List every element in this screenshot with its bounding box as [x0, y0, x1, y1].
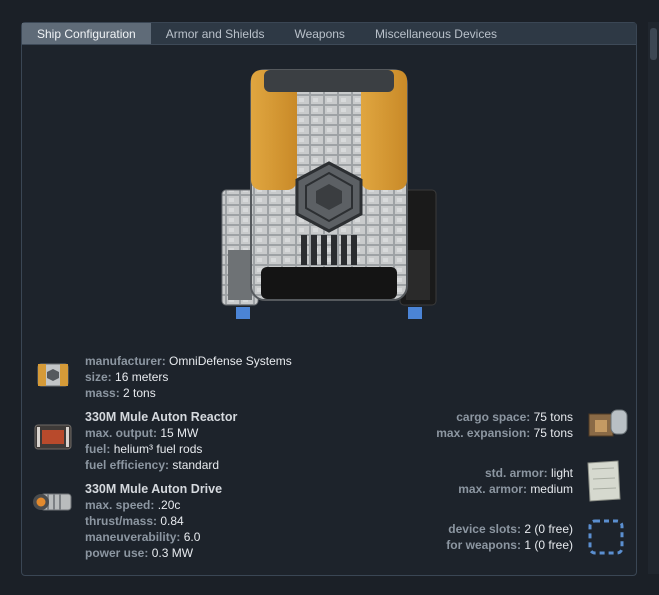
- drive-icon: [33, 493, 72, 511]
- max-output-value: 15 MW: [160, 426, 199, 440]
- max-expansion-label: max. expansion:: [436, 426, 531, 440]
- weapon-slots-value: 1 (0 free): [524, 538, 573, 552]
- general-stats: manufacturer: OmniDefense Systems size: …: [85, 353, 292, 401]
- fuel-label: fuel:: [85, 442, 111, 456]
- fuel-value: helium³ fuel rods: [113, 442, 203, 456]
- fuel-efficiency-value: standard: [172, 458, 220, 472]
- tab-miscellaneous-devices[interactable]: Miscellaneous Devices: [360, 23, 512, 44]
- fuel-efficiency-label: fuel efficiency:: [85, 458, 170, 472]
- max-armor-label: max. armor:: [458, 482, 527, 496]
- size-value: 16 meters: [115, 370, 169, 384]
- weapon-slots-label: for weapons:: [446, 538, 521, 552]
- tab-ship-configuration[interactable]: Ship Configuration: [22, 23, 151, 44]
- thrust-mass-label: thrust/mass:: [85, 514, 158, 528]
- cargo-space-value: 75 tons: [533, 410, 573, 424]
- drive-stats: 330M Mule Auton Drive max. speed: .20c t…: [85, 481, 222, 561]
- tab-armor-and-shields[interactable]: Armor and Shields: [151, 23, 280, 44]
- scrollbar-thumb[interactable]: [650, 28, 657, 60]
- device-slots-label: device slots:: [448, 522, 521, 536]
- mass-label: mass:: [85, 386, 120, 400]
- std-armor-value: light: [550, 466, 573, 480]
- device-slot-stats: device slots: 2 (0 free) for weapons: 1 …: [446, 521, 573, 553]
- cargo-stats: cargo space: 75 tons max. expansion: 75 …: [436, 409, 573, 441]
- maneuverability-label: maneuverability:: [85, 530, 181, 544]
- tab-weapons[interactable]: Weapons: [279, 23, 359, 44]
- tab-bar: Ship Configuration Armor and Shields Wea…: [22, 23, 636, 45]
- manufacturer-value: OmniDefense Systems: [169, 354, 292, 368]
- max-expansion-value: 75 tons: [533, 426, 573, 440]
- max-speed-value: .20c: [157, 498, 181, 512]
- thrust-mass-value: 0.84: [160, 514, 184, 528]
- ship-image: [221, 69, 437, 319]
- hull-icon: [37, 363, 69, 387]
- maneuverability-value: 6.0: [183, 530, 201, 544]
- device-slot-icon: [588, 519, 624, 555]
- max-armor-value: medium: [530, 482, 573, 496]
- device-slots-value: 2 (0 free): [524, 522, 573, 536]
- vertical-scrollbar[interactable]: [648, 22, 659, 574]
- reactor-icon: [34, 424, 72, 450]
- reactor-stats: 330M Mule Auton Reactor max. output: 15 …: [85, 409, 237, 473]
- manufacturer-label: manufacturer:: [85, 354, 166, 368]
- armor-stats: std. armor: light max. armor: medium: [458, 465, 573, 497]
- max-speed-label: max. speed:: [85, 498, 155, 512]
- mass-value: 2 tons: [123, 386, 156, 400]
- std-armor-label: std. armor:: [484, 466, 548, 480]
- size-label: size:: [85, 370, 112, 384]
- armor-icon: [587, 460, 621, 502]
- power-use-value: 0.3 MW: [151, 546, 194, 560]
- reactor-name: 330M Mule Auton Reactor: [85, 410, 238, 424]
- max-output-label: max. output:: [85, 426, 157, 440]
- drive-name: 330M Mule Auton Drive: [85, 482, 223, 496]
- cargo-space-label: cargo space:: [456, 410, 531, 424]
- power-use-label: power use:: [85, 546, 149, 560]
- cargo-icon: [588, 409, 628, 437]
